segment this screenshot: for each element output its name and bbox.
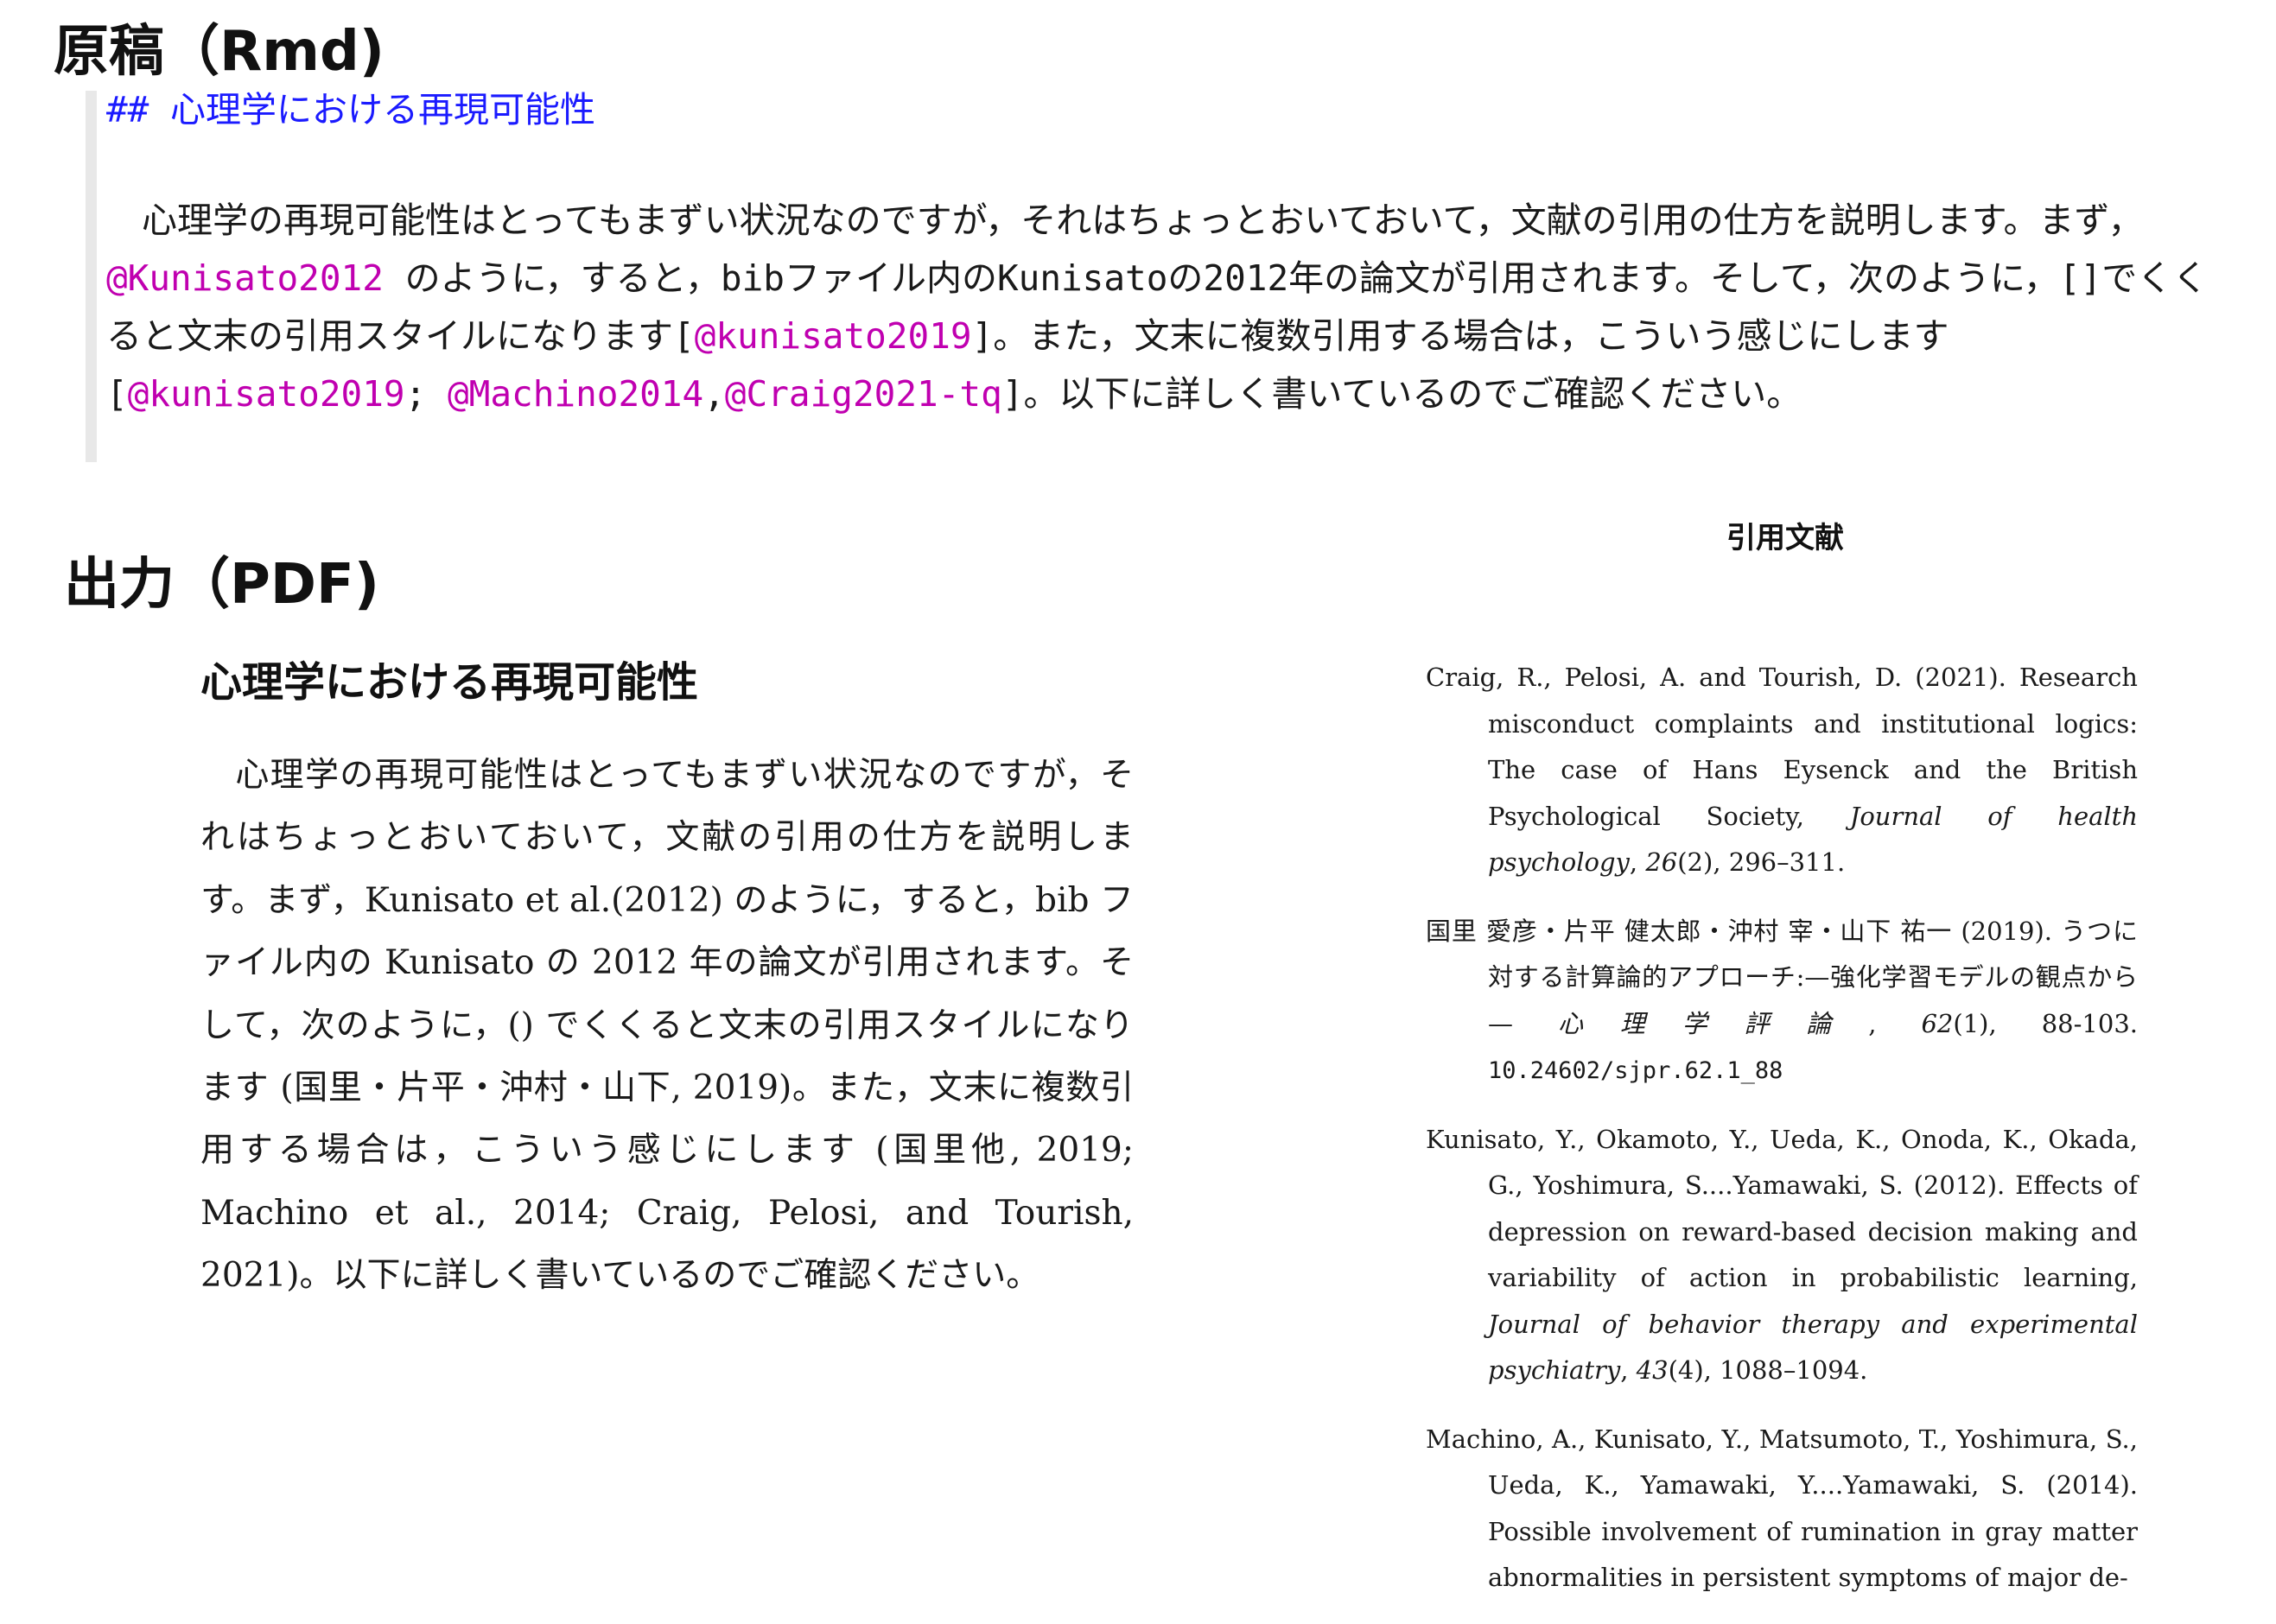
reference-list: Craig, R., Pelosi, A. and Tourish, D. (2… [1426,655,2138,1624]
citation-key: @Craig2021-tq [724,373,1002,415]
reference-authors: 国里 愛彦・片平 健太郎・沖村 宰・山下 祐一 (2019). [1426,916,2062,946]
reference-item: 国里 愛彦・片平 健太郎・沖村 宰・山下 祐一 (2019). うつに対する計算… [1426,909,2138,1094]
source-markdown-heading: ## 心理学における再現可能性 [106,89,596,130]
source-paragraph: 心理学の再現可能性はとってもまずい状況なのですが，それはちょっとおいておいて，文… [106,192,2215,423]
reference-pages: (2), 296–311. [1677,847,1846,877]
source-text: ; [404,373,448,415]
reference-item: Kunisato, Y., Okamoto, Y., Ueda, K., Ono… [1426,1117,2138,1394]
reference-separator: , [1629,847,1646,877]
citation-key: @Machino2014 [447,373,704,415]
reference-separator: , [1868,1008,1922,1038]
reference-volume: 62 [1921,1008,1954,1038]
references-heading: 引用文献 [1726,521,1844,555]
reference-authors: Machino, A., Kunisato, Y., Matsumoto, T.… [1426,1424,2138,1500]
reference-item: Machino, A., Kunisato, Y., Matsumoto, T.… [1426,1417,2138,1602]
source-text: , [703,373,725,415]
reference-separator: , [1620,1355,1637,1385]
reference-title: Possible involvement of rumination in gr… [1488,1516,2138,1593]
rmd-section-heading: 原稿（Rmd) [54,20,385,84]
source-text: 心理学の再現可能性はとってもまずい状況なのですが，それはちょっとおいておいて，文… [106,200,2144,241]
source-quote-bar [86,91,97,462]
citation-key: @Kunisato2012 [106,257,384,299]
source-text: ]。以下に詳しく書いているのでご確認ください。 [1001,373,1802,415]
reference-volume: 43 [1636,1355,1669,1385]
citation-key: @kunisato2019 [694,315,972,357]
pdf-body-paragraph: 心理学の再現可能性はとってもまずい状況なのですが，それはちょっとおいておいて，文… [200,756,1134,1296]
pdf-document-title: 心理学における再現可能性 [200,658,699,707]
reference-volume: 26 [1645,847,1678,877]
citation-key: @kunisato2019 [127,373,405,415]
pdf-section-heading: 出力（PDF) [64,553,379,617]
reference-pages: (1), 88-103. [1953,1008,2138,1038]
reference-pages: (4), 1088–1094. [1668,1355,1868,1385]
reference-item: Craig, R., Pelosi, A. and Tourish, D. (2… [1426,655,2138,886]
reference-authors: Craig, R., Pelosi, A. and Tourish, D. (2… [1426,663,2019,692]
reference-journal: 心理学評論 [1558,1008,1869,1038]
reference-doi: 10.24602/sjpr.62.1_88 [1488,1057,1783,1084]
